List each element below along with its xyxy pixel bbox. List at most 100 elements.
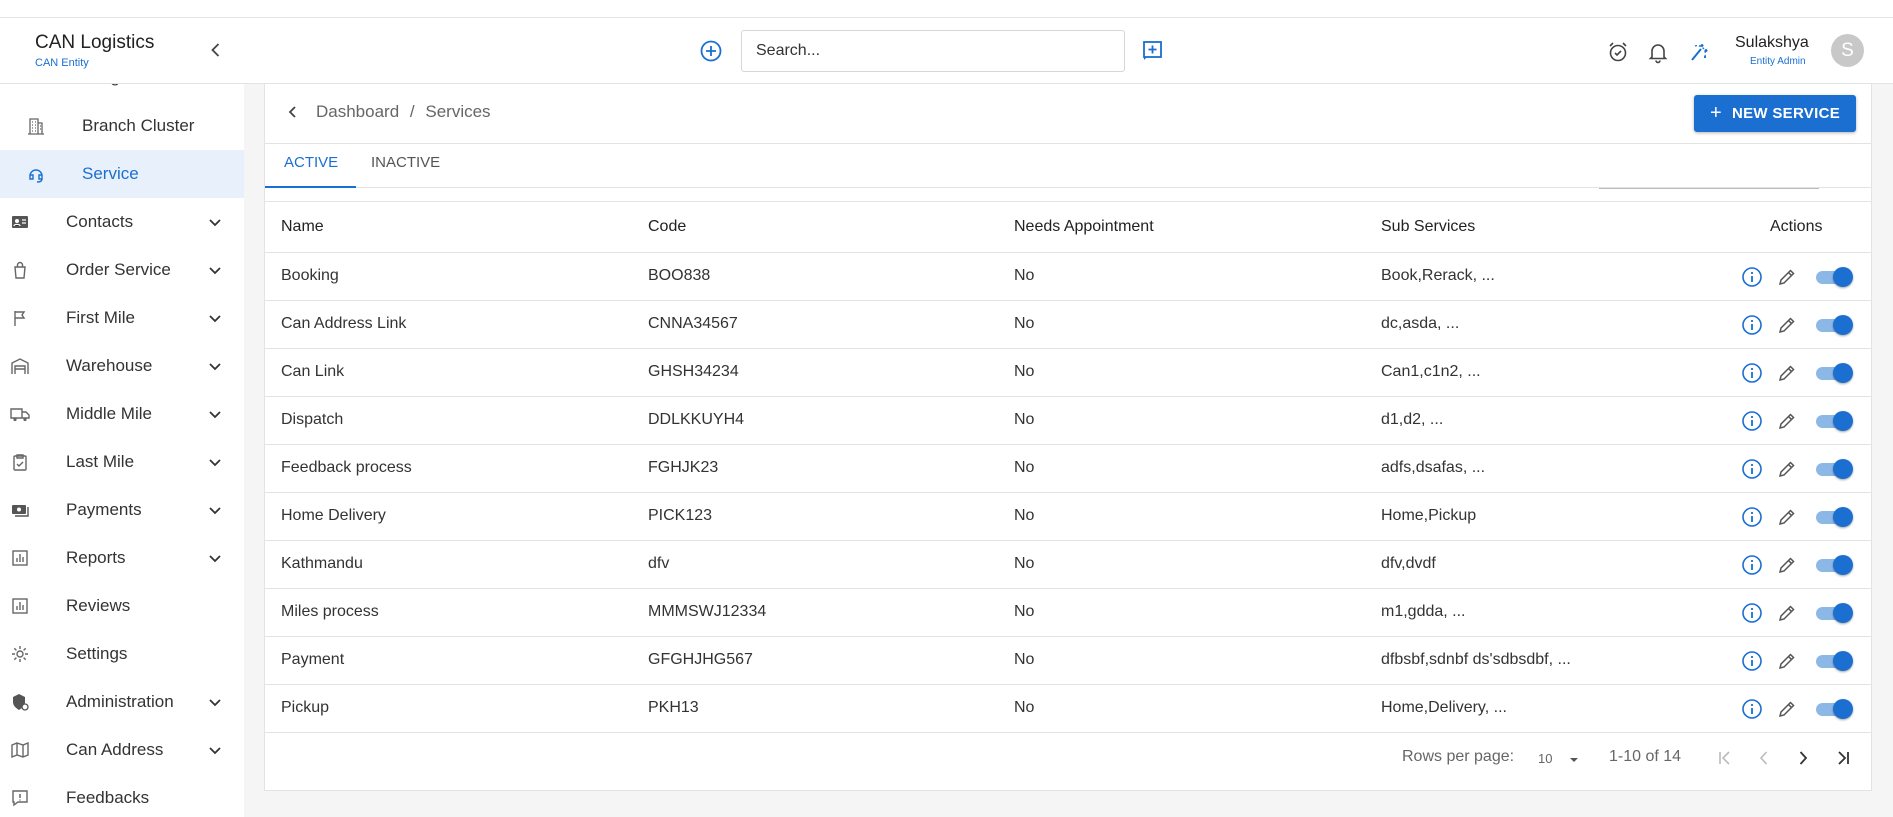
edit-pencil-icon[interactable] <box>1777 507 1797 527</box>
toggle-knob <box>1833 315 1853 335</box>
add-box-icon[interactable] <box>1141 39 1165 63</box>
chevron-down-icon[interactable] <box>206 693 224 711</box>
chevron-down-icon[interactable] <box>206 741 224 759</box>
last-page-icon[interactable] <box>1832 747 1854 769</box>
status-toggle[interactable] <box>1816 603 1853 623</box>
info-icon[interactable] <box>1741 602 1763 624</box>
alarm-clock-icon[interactable] <box>1606 40 1630 64</box>
chevron-down-icon[interactable] <box>206 309 224 327</box>
tab-inactive[interactable]: INACTIVE <box>371 154 440 171</box>
back-arrow-icon[interactable] <box>283 102 303 122</box>
info-icon[interactable] <box>1741 698 1763 720</box>
sidebar-item-reports[interactable]: Reports <box>0 534 244 582</box>
cell-sub-services: dfbsbf,sdnbf ds'sdbsdbf, ... <box>1381 651 1571 668</box>
edit-pencil-icon[interactable] <box>1777 315 1797 335</box>
previous-page-icon[interactable] <box>1753 747 1775 769</box>
cell-code: FGHJK23 <box>648 459 719 476</box>
tab-active[interactable]: ACTIVE <box>284 154 338 171</box>
bell-icon[interactable] <box>1646 40 1670 64</box>
edit-pencil-icon[interactable] <box>1777 411 1797 431</box>
table-row: Payment GFGHJHG567 No dfbsbf,sdnbf ds'sdbsd… <box>265 637 1871 685</box>
add-circle-icon[interactable] <box>699 39 723 63</box>
column-header-name[interactable]: Name <box>281 218 324 236</box>
avatar[interactable]: S <box>1831 34 1864 67</box>
column-header-sub-services[interactable]: Sub Services <box>1381 218 1475 236</box>
breadcrumb-dashboard[interactable]: Dashboard <box>316 102 399 121</box>
info-icon[interactable] <box>1741 362 1763 384</box>
first-page-icon[interactable] <box>1714 747 1736 769</box>
sidebar-item-warehouse[interactable]: Warehouse <box>0 342 244 390</box>
sidebar-item-settings[interactable]: Settings <box>0 630 244 678</box>
cell-sub-services: Book,Rerack, ... <box>1381 267 1495 284</box>
status-toggle[interactable] <box>1816 411 1853 431</box>
info-icon[interactable] <box>1741 410 1763 432</box>
info-icon[interactable] <box>1741 314 1763 336</box>
table-row: Pickup PKH13 No Home,Delivery, ... <box>265 685 1871 733</box>
table-row: Can Address Link CNNA34567 No dc,asda, ... <box>265 301 1871 349</box>
edit-pencil-icon[interactable] <box>1777 603 1797 623</box>
rows-per-page-select[interactable]: 10 <box>1538 751 1552 766</box>
info-icon[interactable] <box>1741 650 1763 672</box>
chevron-down-icon[interactable] <box>206 261 224 279</box>
edit-pencil-icon[interactable] <box>1777 555 1797 575</box>
sidebar-item-payments[interactable]: Payments <box>0 486 244 534</box>
status-toggle[interactable] <box>1816 315 1853 335</box>
status-toggle[interactable] <box>1816 267 1853 287</box>
info-icon[interactable] <box>1741 266 1763 288</box>
new-service-button[interactable]: + NEW SERVICE <box>1694 95 1856 132</box>
sidebar-item-administration[interactable]: Administration <box>0 678 244 726</box>
search-box[interactable] <box>741 30 1125 72</box>
sidebar-item-reviews[interactable]: Reviews <box>0 582 244 630</box>
chevron-down-icon[interactable] <box>206 357 224 375</box>
contact-card-icon <box>12 216 28 228</box>
breadcrumb-separator: / <box>409 102 415 121</box>
chevron-down-icon[interactable] <box>206 213 224 231</box>
sidebar-item-middle-mile[interactable]: Middle Mile <box>0 390 244 438</box>
sidebar-item-order-service[interactable]: Order Service <box>0 246 244 294</box>
building-icon <box>28 118 44 135</box>
cell-code: BOO838 <box>648 267 711 284</box>
sidebar-item-contacts[interactable]: Contacts <box>0 198 244 246</box>
search-input[interactable] <box>742 31 1124 71</box>
user-name: Sulakshya <box>1735 34 1809 51</box>
status-toggle[interactable] <box>1816 459 1853 479</box>
status-toggle[interactable] <box>1816 699 1853 719</box>
cell-sub-services: Home,Delivery, ... <box>1381 699 1507 716</box>
toggle-knob <box>1833 699 1853 719</box>
info-icon[interactable] <box>1741 506 1763 528</box>
payments-icon <box>12 505 29 517</box>
info-icon[interactable] <box>1741 458 1763 480</box>
cell-appointment: No <box>1014 651 1035 668</box>
edit-pencil-icon[interactable] <box>1777 459 1797 479</box>
edit-pencil-icon[interactable] <box>1777 363 1797 383</box>
cell-sub-services: Can1,c1n2, ... <box>1381 363 1481 380</box>
magic-wand-icon[interactable] <box>1687 40 1711 64</box>
column-header-appointment[interactable]: Needs Appointment <box>1014 218 1154 236</box>
chevron-down-icon[interactable] <box>206 453 224 471</box>
sidebar-item-service[interactable]: Service <box>0 150 244 198</box>
next-page-icon[interactable] <box>1792 747 1814 769</box>
sidebar-item-last-mile[interactable]: Last Mile <box>0 438 244 486</box>
chevron-down-icon[interactable] <box>206 501 224 519</box>
collapse-sidebar-icon[interactable] <box>206 40 226 60</box>
column-header-code[interactable]: Code <box>648 218 686 236</box>
sidebar-item-branch-cluster[interactable]: Branch Cluster <box>0 102 244 150</box>
sidebar-item-first-mile[interactable]: First Mile <box>0 294 244 342</box>
chevron-down-icon[interactable] <box>206 549 224 567</box>
cell-sub-services: Home,Pickup <box>1381 507 1477 524</box>
sidebar-item-feedbacks[interactable]: Feedbacks <box>0 774 244 817</box>
status-toggle[interactable] <box>1816 363 1853 383</box>
edit-pencil-icon[interactable] <box>1777 699 1797 719</box>
caret-down-icon[interactable] <box>1567 753 1581 767</box>
status-toggle[interactable] <box>1816 555 1853 575</box>
new-service-label: NEW SERVICE <box>1731 105 1841 122</box>
status-toggle[interactable] <box>1816 651 1853 671</box>
cell-code: DDLKKUYH4 <box>648 411 745 428</box>
edit-pencil-icon[interactable] <box>1777 267 1797 287</box>
cell-code: GFGHJHG567 <box>648 651 753 668</box>
info-icon[interactable] <box>1741 554 1763 576</box>
sidebar-item-can-address[interactable]: Can Address <box>0 726 244 774</box>
edit-pencil-icon[interactable] <box>1777 651 1797 671</box>
chevron-down-icon[interactable] <box>206 405 224 423</box>
status-toggle[interactable] <box>1816 507 1853 527</box>
